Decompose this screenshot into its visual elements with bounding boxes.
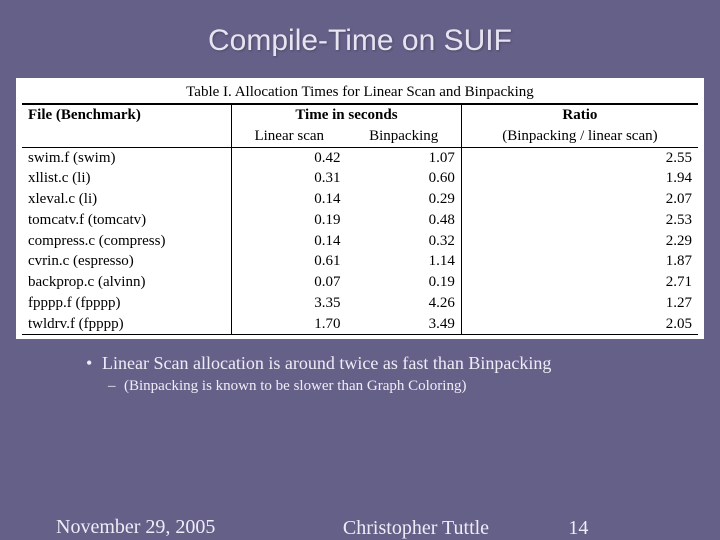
bullet-level1: Linear Scan allocation is around twice a… [86, 353, 674, 374]
cell-file: swim.f (swim) [22, 147, 232, 168]
col-subheader-bp: Binpacking [346, 126, 461, 147]
cell-binpacking: 4.26 [346, 293, 461, 314]
cell-linear-scan: 0.42 [232, 147, 347, 168]
table-row: compress.c (compress)0.140.322.29 [22, 231, 698, 252]
table-container: Table I. Allocation Times for Linear Sca… [16, 78, 704, 339]
table-caption: Table I. Allocation Times for Linear Sca… [22, 82, 698, 103]
cell-binpacking: 0.19 [346, 272, 461, 293]
col-header-ratio: Ratio [461, 104, 698, 126]
col-subheader-ratio: (Binpacking / linear scan) [461, 126, 698, 147]
slide-title: Compile-Time on SUIF [0, 0, 720, 78]
col-header-file: File (Benchmark) [22, 104, 232, 126]
table-row: fpppp.f (fpppp)3.354.261.27 [22, 293, 698, 314]
cell-linear-scan: 0.14 [232, 189, 347, 210]
cell-ratio: 1.94 [461, 168, 698, 189]
cell-linear-scan: 0.14 [232, 231, 347, 252]
cell-linear-scan: 0.19 [232, 210, 347, 231]
cell-linear-scan: 0.31 [232, 168, 347, 189]
cell-ratio: 1.27 [461, 293, 698, 314]
cell-ratio: 2.71 [461, 272, 698, 293]
cell-binpacking: 0.29 [346, 189, 461, 210]
cell-linear-scan: 0.07 [232, 272, 347, 293]
cell-binpacking: 1.07 [346, 147, 461, 168]
cell-ratio: 2.05 [461, 314, 698, 335]
cell-linear-scan: 3.35 [232, 293, 347, 314]
footer-page-number: 14 [538, 517, 720, 540]
cell-binpacking: 0.60 [346, 168, 461, 189]
cell-binpacking: 0.48 [346, 210, 461, 231]
cell-binpacking: 0.32 [346, 231, 461, 252]
cell-binpacking: 3.49 [346, 314, 461, 335]
cell-file: tomcatv.f (tomcatv) [22, 210, 232, 231]
cell-ratio: 2.53 [461, 210, 698, 231]
cell-file: twldrv.f (fpppp) [22, 314, 232, 335]
cell-file: backprop.c (alvinn) [22, 272, 232, 293]
cell-ratio: 2.07 [461, 189, 698, 210]
cell-ratio: 2.29 [461, 231, 698, 252]
col-subheader-blank [22, 126, 232, 147]
cell-linear-scan: 0.61 [232, 251, 347, 272]
cell-binpacking: 1.14 [346, 251, 461, 272]
col-header-time: Time in seconds [232, 104, 462, 126]
table-row: cvrin.c (espresso)0.611.141.87 [22, 251, 698, 272]
footer-date: November 29, 2005 [0, 517, 294, 540]
bullet-list: Linear Scan allocation is around twice a… [86, 353, 674, 395]
col-subheader-ls: Linear scan [232, 126, 347, 147]
table-row: xllist.c (li)0.310.601.94 [22, 168, 698, 189]
table-row: xleval.c (li)0.140.292.07 [22, 189, 698, 210]
cell-file: cvrin.c (espresso) [22, 251, 232, 272]
data-table: File (Benchmark) Time in seconds Ratio L… [22, 103, 698, 335]
footer-author: Christopher Tuttle [294, 517, 539, 540]
slide: Compile-Time on SUIF Table I. Allocation… [0, 0, 720, 540]
cell-file: xllist.c (li) [22, 168, 232, 189]
cell-file: compress.c (compress) [22, 231, 232, 252]
cell-ratio: 1.87 [461, 251, 698, 272]
cell-file: xleval.c (li) [22, 189, 232, 210]
cell-file: fpppp.f (fpppp) [22, 293, 232, 314]
cell-ratio: 2.55 [461, 147, 698, 168]
bullet-level2: (Binpacking is known to be slower than G… [108, 378, 674, 395]
table-row: backprop.c (alvinn)0.070.192.71 [22, 272, 698, 293]
table-row: swim.f (swim)0.421.072.55 [22, 147, 698, 168]
table-row: twldrv.f (fpppp)1.703.492.05 [22, 314, 698, 335]
footer: November 29, 2005 Christopher Tuttle 14 [0, 517, 720, 540]
cell-linear-scan: 1.70 [232, 314, 347, 335]
table-row: tomcatv.f (tomcatv)0.190.482.53 [22, 210, 698, 231]
